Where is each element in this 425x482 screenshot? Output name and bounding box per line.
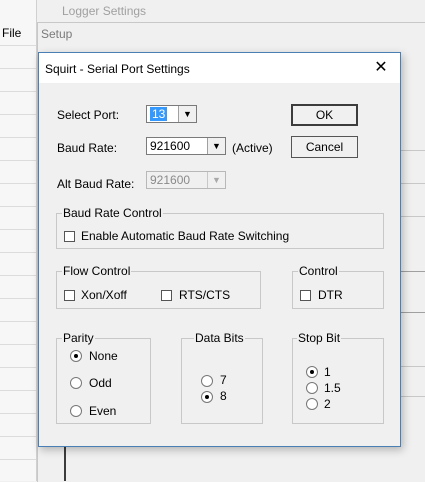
background-row-line bbox=[0, 114, 36, 115]
parity-odd-label[interactable]: Odd bbox=[89, 376, 112, 390]
dialog-title: Squirt - Serial Port Settings bbox=[45, 62, 190, 76]
background-row-line bbox=[0, 367, 36, 368]
chevron-down-icon[interactable]: ▼ bbox=[207, 138, 225, 154]
chevron-down-icon[interactable]: ▼ bbox=[207, 172, 225, 188]
menu-file[interactable]: File bbox=[2, 26, 21, 40]
stop-bit-2-radio[interactable] bbox=[306, 398, 318, 410]
data-bits-group: Data Bits 7 8 bbox=[181, 331, 263, 424]
chevron-down-icon[interactable]: ▼ bbox=[178, 106, 196, 122]
rts-cts-checkbox[interactable] bbox=[161, 290, 172, 301]
background-window-left bbox=[0, 0, 37, 481]
parity-legend: Parity bbox=[62, 331, 95, 345]
baud-rate-label: Baud Rate: bbox=[57, 141, 118, 155]
setup-window-title: Setup bbox=[41, 27, 73, 41]
auto-baud-switch-label[interactable]: Enable Automatic Baud Rate Switching bbox=[81, 229, 289, 243]
select-port-dropdown[interactable]: 13 ▼ bbox=[146, 105, 197, 123]
ok-button[interactable]: OK bbox=[291, 104, 358, 126]
alt-baud-rate-value: 921600 bbox=[150, 173, 191, 187]
data-bits-legend: Data Bits bbox=[194, 331, 245, 345]
stop-bit-group: Stop Bit 1 1.5 2 bbox=[292, 331, 384, 424]
parity-even-label[interactable]: Even bbox=[89, 404, 116, 418]
stop-bit-2-label[interactable]: 2 bbox=[324, 397, 331, 411]
stop-bit-legend: Stop Bit bbox=[297, 331, 342, 345]
background-row-line bbox=[0, 137, 36, 138]
background-row-line bbox=[0, 229, 36, 230]
parity-odd-radio[interactable] bbox=[70, 377, 82, 389]
background-row-line bbox=[0, 298, 36, 299]
serial-port-settings-dialog: Squirt - Serial Port Settings ✕ Select P… bbox=[38, 52, 401, 447]
stop-bit-1-5-label[interactable]: 1.5 bbox=[324, 381, 341, 395]
background-row-line bbox=[0, 275, 36, 276]
alt-baud-rate-label: Alt Baud Rate: bbox=[57, 177, 135, 191]
setup-hidden-button[interactable] bbox=[398, 271, 425, 313]
background-row-line bbox=[0, 206, 36, 207]
data-bits-7-radio[interactable] bbox=[201, 375, 213, 387]
select-port-value: 13 bbox=[150, 107, 168, 121]
background-row-line bbox=[0, 344, 36, 345]
background-row-line bbox=[0, 321, 36, 322]
baud-rate-value: 921600 bbox=[150, 139, 191, 153]
background-row-line bbox=[0, 68, 36, 69]
stop-bit-1-radio[interactable] bbox=[306, 366, 318, 378]
background-row-line bbox=[0, 45, 36, 46]
baud-rate-control-group: Baud Rate Control Enable Automatic Baud … bbox=[56, 206, 384, 249]
dtr-label[interactable]: DTR bbox=[318, 288, 343, 302]
background-row-line bbox=[0, 459, 36, 460]
xon-xoff-checkbox[interactable] bbox=[64, 290, 75, 301]
parity-group: Parity None Odd Even bbox=[56, 331, 151, 424]
baud-rate-dropdown[interactable]: 921600 ▼ bbox=[146, 137, 226, 155]
control-legend: Control bbox=[298, 264, 339, 278]
stop-bit-1-label[interactable]: 1 bbox=[324, 365, 331, 379]
xon-xoff-label[interactable]: Xon/Xoff bbox=[81, 288, 127, 302]
background-row-line bbox=[0, 91, 36, 92]
data-bits-8-radio[interactable] bbox=[201, 391, 213, 403]
data-bits-7-label[interactable]: 7 bbox=[220, 373, 227, 387]
dialog-titlebar[interactable]: Squirt - Serial Port Settings ✕ bbox=[39, 53, 400, 83]
close-icon[interactable]: ✕ bbox=[369, 57, 393, 79]
background-row-line bbox=[0, 436, 36, 437]
background-row-line bbox=[0, 252, 36, 253]
select-port-label: Select Port: bbox=[57, 108, 120, 122]
baud-rate-status: (Active) bbox=[232, 141, 273, 155]
parity-none-label[interactable]: None bbox=[89, 349, 118, 363]
background-row-line bbox=[0, 390, 36, 391]
baud-rate-control-legend: Baud Rate Control bbox=[62, 206, 163, 220]
data-bits-8-label[interactable]: 8 bbox=[220, 389, 227, 403]
alt-baud-rate-dropdown[interactable]: 921600 ▼ bbox=[146, 171, 226, 189]
background-row-line bbox=[0, 183, 36, 184]
rts-cts-label[interactable]: RTS/CTS bbox=[179, 288, 230, 302]
parity-even-radio[interactable] bbox=[70, 405, 82, 417]
background-row-line bbox=[0, 413, 36, 414]
stop-bit-1-5-radio[interactable] bbox=[306, 382, 318, 394]
dtr-checkbox[interactable] bbox=[300, 290, 311, 301]
parity-none-radio[interactable] bbox=[70, 350, 82, 362]
background-row-line bbox=[0, 160, 36, 161]
auto-baud-switch-checkbox[interactable] bbox=[64, 231, 75, 242]
logger-settings-title: Logger Settings bbox=[62, 4, 147, 18]
flow-control-group: Flow Control Xon/Xoff RTS/CTS bbox=[56, 264, 261, 309]
cancel-button[interactable]: Cancel bbox=[291, 136, 358, 158]
flow-control-legend: Flow Control bbox=[62, 264, 132, 278]
control-group: Control DTR bbox=[292, 264, 384, 309]
